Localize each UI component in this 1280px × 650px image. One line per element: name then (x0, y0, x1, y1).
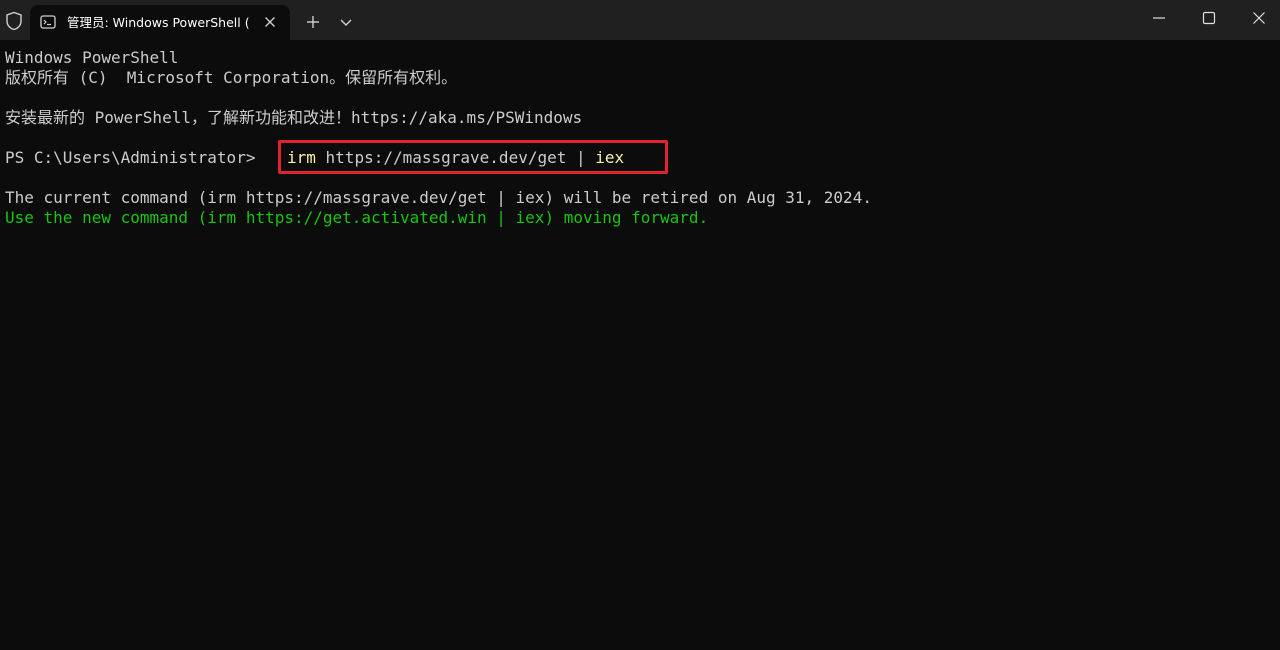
window-close-button[interactable] (1234, 0, 1280, 36)
banner-title: Windows PowerShell (5, 48, 179, 67)
chevron-down-icon[interactable] (336, 13, 356, 31)
close-icon[interactable] (262, 14, 278, 30)
tab-title: 管理员: Windows PowerShell ( (67, 15, 250, 30)
copyright-line: 版权所有 (C) Microsoft Corporation。保留所有权利。 (5, 68, 458, 87)
close-icon (1253, 12, 1265, 24)
command-keyword-iex: iex (585, 148, 625, 167)
command-line[interactable]: irm https://massgrave.dev/get | iex (287, 148, 624, 168)
terminal-window: 管理员: Windows PowerShell (Windows PowerS… (0, 0, 1280, 650)
command-url: https://massgrave.dev/get (315, 148, 576, 167)
maximize-icon (1202, 11, 1216, 25)
retirement-notice: The current command (irm https://massgra… (5, 188, 872, 207)
minimize-button[interactable] (1134, 0, 1184, 36)
install-hint-line: 安装最新的 PowerShell，了解新功能和改进！https://aka.ms… (5, 108, 583, 127)
command-keyword: irm (287, 148, 316, 167)
new-command-notice: Use the new command (irm https://get.act… (5, 208, 709, 227)
minimize-icon (1153, 17, 1165, 19)
plus-icon[interactable] (303, 12, 323, 32)
maximize-button[interactable] (1184, 0, 1234, 36)
prompt-text: PS C:\Users\Administrator> (5, 148, 256, 167)
tab-powershell[interactable]: 管理员: Windows PowerShell ( (30, 5, 290, 40)
title-bar: 管理员: Windows PowerShell ( (0, 0, 1280, 40)
terminal-output[interactable]: Windows PowerShell 版权所有 (C) Microsoft Co… (0, 40, 1280, 650)
shield-icon (5, 11, 23, 31)
command-pipe: | (576, 148, 586, 167)
terminal-icon (40, 14, 56, 30)
